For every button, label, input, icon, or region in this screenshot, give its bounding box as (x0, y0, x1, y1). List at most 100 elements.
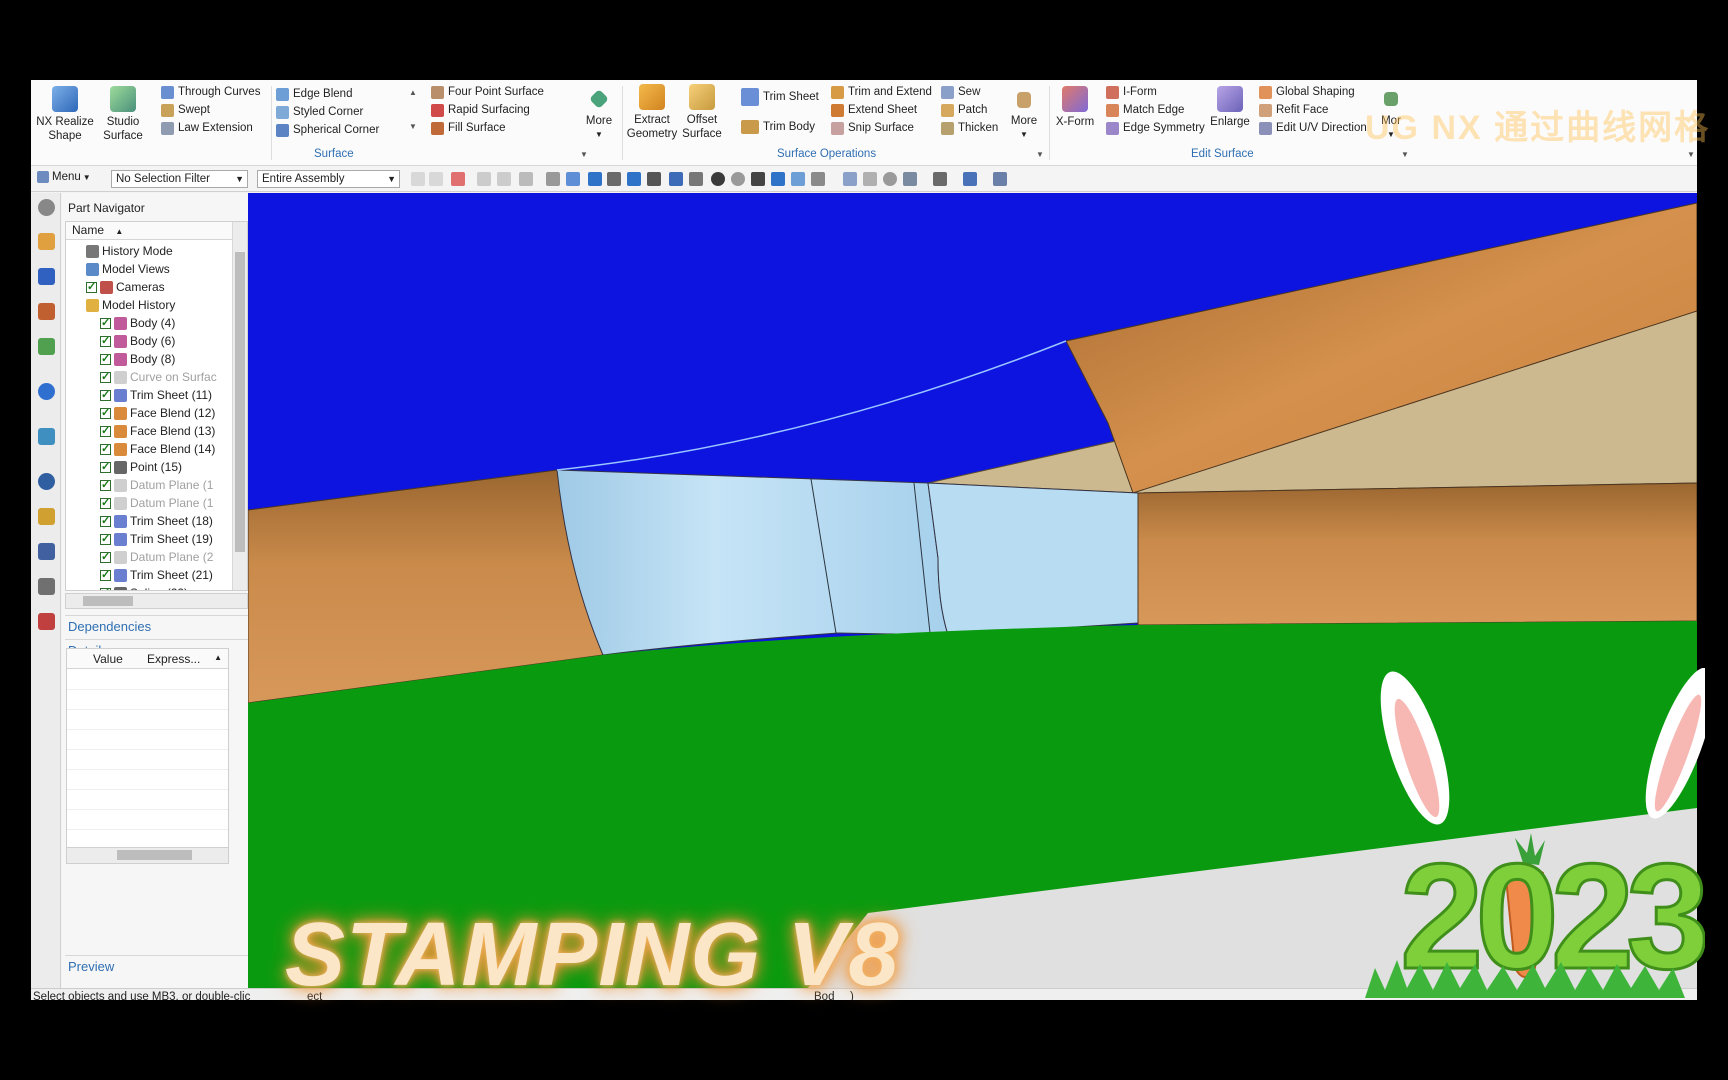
enlarge-button[interactable]: Enlarge (1207, 86, 1253, 129)
system-scenes-icon[interactable] (38, 613, 55, 630)
snap-icon[interactable] (588, 172, 602, 186)
part-navigator-icon[interactable] (38, 303, 55, 320)
vertical-scrollbar[interactable] (232, 222, 247, 590)
perpendicular-icon[interactable] (689, 172, 703, 186)
horizontal-scrollbar[interactable] (65, 593, 248, 609)
more-surface-button[interactable]: More ▼ (581, 89, 617, 142)
trim-body-button[interactable]: Trim Body (741, 118, 815, 136)
settings-icon[interactable] (38, 199, 55, 216)
rapid-surfacing-button[interactable]: Rapid Surfacing (431, 101, 530, 119)
group-expand-icon[interactable]: ▼ (580, 150, 588, 159)
scroll-thumb[interactable] (83, 596, 133, 606)
x-form-button[interactable]: X-Form (1053, 86, 1097, 129)
studio-surface-button[interactable]: Studio Surface (95, 86, 151, 143)
extract-geometry-button[interactable]: Extract Geometry (627, 84, 677, 141)
edge-symmetry-button[interactable]: Edge Symmetry (1106, 119, 1205, 137)
visibility-checkbox[interactable] (100, 424, 111, 437)
refit-face-button[interactable]: Refit Face (1259, 101, 1328, 119)
scroll-down-icon[interactable]: ▼ (409, 122, 417, 131)
column-value[interactable]: Value (93, 652, 123, 666)
view-icon[interactable] (843, 172, 857, 186)
select-by-name-icon[interactable] (477, 172, 491, 186)
assembly-navigator-icon[interactable] (38, 233, 55, 250)
surface-point-icon[interactable] (811, 172, 825, 186)
visibility-checkbox[interactable] (100, 460, 111, 473)
show-hide-icon[interactable] (993, 172, 1007, 186)
tree-row[interactable]: Trim Sheet (19) (100, 530, 213, 548)
tree-row[interactable]: Point (15) (100, 458, 182, 476)
column-header-name[interactable]: Name ▲ (66, 222, 247, 240)
offset-surface-button[interactable]: Offset Surface (679, 84, 725, 141)
reuse-library-icon[interactable] (38, 338, 55, 355)
nx-realize-shape-button[interactable]: NX Realize Shape (36, 86, 94, 143)
edge-blend-button[interactable]: Edge Blend (276, 85, 352, 103)
column-expression[interactable]: Express... (147, 652, 200, 666)
history-icon[interactable] (38, 473, 55, 490)
four-point-surface-button[interactable]: Four Point Surface (431, 83, 544, 101)
law-extension-button[interactable]: Law Extension (161, 119, 253, 137)
tree-row[interactable]: Face Blend (14) (100, 440, 215, 458)
visibility-checkbox[interactable] (100, 586, 111, 590)
scroll-thumb[interactable] (117, 850, 192, 860)
line-icon[interactable] (607, 172, 621, 186)
ribbon-options-icon[interactable]: ▼ (1687, 150, 1695, 159)
styled-corner-button[interactable]: Styled Corner (276, 103, 363, 121)
visibility-checkbox[interactable] (100, 532, 111, 545)
tree-row[interactable]: Datum Plane (1 (100, 494, 213, 512)
visibility-checkbox[interactable] (100, 406, 111, 419)
feature-icon[interactable] (546, 172, 560, 186)
fill-surface-button[interactable]: Fill Surface (431, 119, 506, 137)
visibility-checkbox[interactable] (86, 280, 97, 293)
roles-icon[interactable] (38, 578, 55, 595)
trim-and-extend-button[interactable]: Trim and Extend (831, 83, 932, 101)
tree-row[interactable]: Trim Sheet (21) (100, 566, 213, 584)
tree-row[interactable]: Cameras (86, 278, 165, 296)
scope-dropdown[interactable]: Entire Assembly ▼ (257, 170, 400, 188)
menu-button[interactable]: Menu ▼ (37, 171, 91, 183)
rectangle-select-icon[interactable] (519, 172, 533, 186)
circle-icon[interactable] (731, 172, 745, 186)
dependencies-section[interactable]: Dependencies ⌄ (65, 615, 263, 637)
tree-row[interactable]: Model Views (86, 260, 170, 278)
tree-row[interactable]: Trim Sheet (18) (100, 512, 213, 530)
details-hscrollbar[interactable] (67, 847, 228, 863)
group-expand-icon[interactable]: ▼ (1401, 150, 1409, 159)
info-icon[interactable] (38, 383, 55, 400)
select-all-icon[interactable] (411, 172, 425, 186)
extend-sheet-button[interactable]: Extend Sheet (831, 101, 917, 119)
through-curves-button[interactable]: Through Curves (161, 83, 260, 101)
process-studio-icon[interactable] (38, 543, 55, 560)
render-style-icon[interactable] (933, 172, 947, 186)
rotate-icon[interactable] (883, 172, 897, 186)
point-on-curve-icon[interactable] (791, 172, 805, 186)
orient-view-icon[interactable] (963, 172, 977, 186)
selection-filter-dropdown[interactable]: No Selection Filter ▼ (111, 170, 248, 188)
more-operations-button[interactable]: More ▼ (1006, 90, 1042, 142)
global-shaping-button[interactable]: Global Shaping (1259, 83, 1355, 101)
intersection-icon[interactable] (669, 172, 683, 186)
spline-icon[interactable] (647, 172, 661, 186)
visibility-checkbox[interactable] (100, 370, 111, 383)
group-expand-icon[interactable]: ▼ (1036, 150, 1044, 159)
palette-icon[interactable] (38, 508, 55, 525)
layout-icon[interactable] (903, 172, 917, 186)
i-form-button[interactable]: I-Form (1106, 83, 1157, 101)
visibility-checkbox[interactable] (100, 334, 111, 347)
snip-surface-button[interactable]: Snip Surface (831, 119, 914, 137)
scroll-up-icon[interactable]: ▲ (409, 88, 417, 97)
tree-row[interactable]: Face Blend (12) (100, 404, 215, 422)
center-point-icon[interactable] (711, 172, 725, 186)
match-edge-button[interactable]: Match Edge (1106, 101, 1184, 119)
visibility-checkbox[interactable] (100, 550, 111, 563)
tree-row[interactable]: Datum Plane (2 (100, 548, 213, 566)
tree-row[interactable]: Body (6) (100, 332, 175, 350)
midpoint-icon[interactable] (771, 172, 785, 186)
visibility-checkbox[interactable] (100, 388, 111, 401)
curve-icon[interactable] (627, 172, 641, 186)
visibility-checkbox[interactable] (100, 442, 111, 455)
sew-button[interactable]: Sew (941, 83, 980, 101)
type-filter-icon[interactable] (451, 172, 465, 186)
tree-row[interactable]: Face Blend (13) (100, 422, 215, 440)
tree-row[interactable]: Curve on Surfac (100, 368, 217, 386)
tree-row[interactable]: Model History (86, 296, 175, 314)
